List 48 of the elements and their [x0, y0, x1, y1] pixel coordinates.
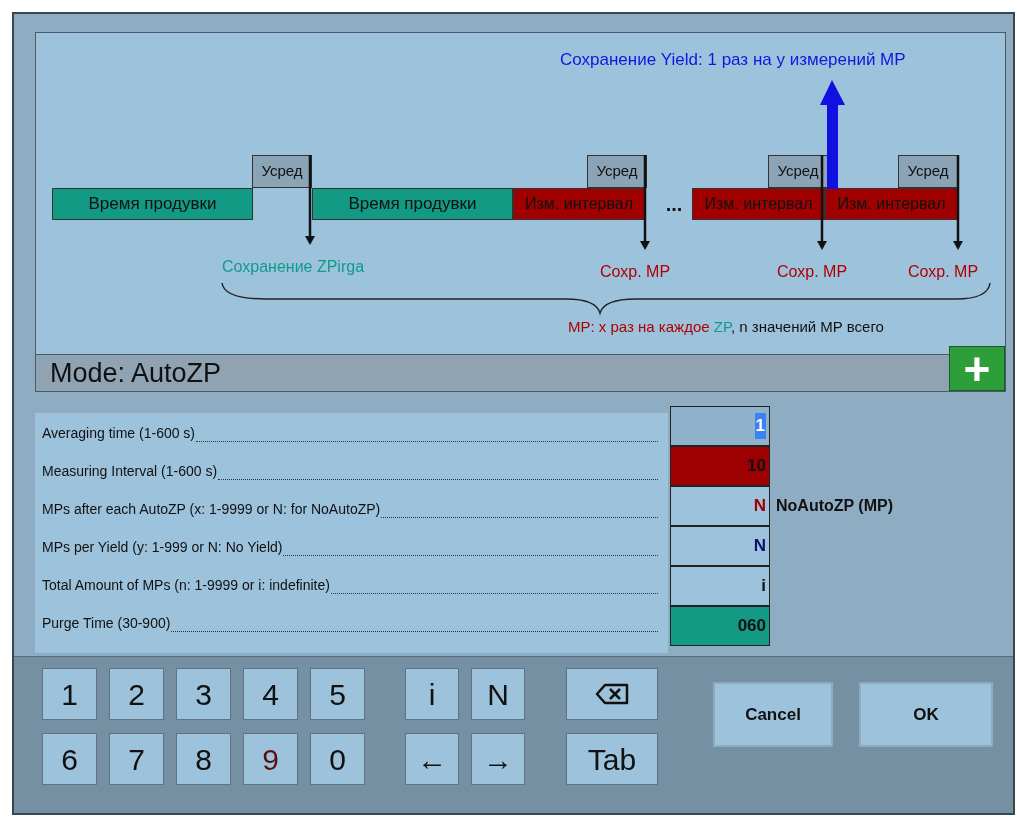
digit-key[interactable]: 2	[109, 668, 164, 720]
field-label: MPs after each AutoZP (x: 1-9999 or N: for NoAutoZP)	[42, 499, 381, 519]
digit-key[interactable]: 3	[176, 668, 231, 720]
zero-point-save-label: Сохранение ZPirga	[222, 257, 365, 277]
input-field[interactable]: i	[670, 566, 770, 606]
mode-note: NoAutoZP (MP)	[776, 496, 893, 516]
measure-interval-bar: Изм. интервал	[692, 188, 825, 220]
measure-interval-bar: Изм. интервал	[825, 188, 958, 220]
input-field[interactable]: 060	[670, 606, 770, 646]
purge-time-bar: Время продувки	[52, 188, 253, 220]
field-label: Total Amount of MPs (n: 1-9999 or i: indefinite)	[42, 575, 330, 595]
input-field[interactable]: N	[670, 526, 770, 566]
input-field[interactable]: N	[670, 486, 770, 526]
measure-interval-bar: Изм. интервал	[513, 188, 645, 220]
diagram-caption: MP: x раз на каждое ZP, n значений MP всего	[568, 317, 884, 337]
field-label: MPs per Yield (y: 1-999 or N: No Yield)	[42, 537, 283, 557]
digit-key[interactable]: 0	[310, 733, 365, 785]
keypad-key[interactable]: →	[471, 733, 525, 785]
averaging-box: Усред	[898, 155, 958, 188]
field-label: Averaging time (1-600 s)	[42, 423, 196, 443]
purge-time-bar: Время продувки	[312, 188, 513, 220]
averaging-box: Усред	[252, 155, 312, 188]
mp-save-label: Сохр. MP	[908, 262, 979, 282]
digit-key[interactable]: 9	[243, 733, 298, 785]
ok-button[interactable]: OK	[859, 682, 993, 747]
field-label: Measuring Interval (1-600 s)	[42, 461, 218, 481]
mode-label: Mode: AutoZP	[50, 356, 222, 390]
digit-key[interactable]: 1	[42, 668, 97, 720]
backspace-icon	[595, 683, 629, 705]
digit-key[interactable]: 8	[176, 733, 231, 785]
digit-key[interactable]: 5	[310, 668, 365, 720]
ellipsis-text: ...	[664, 192, 684, 217]
mp-save-label: Сохр. MP	[600, 262, 671, 282]
mp-save-label: Сохр. MP	[777, 262, 848, 282]
averaging-box: Усред	[587, 155, 647, 188]
keypad-key[interactable]: ←	[405, 733, 459, 785]
input-field[interactable]: 1	[670, 406, 770, 446]
digit-key[interactable]: 6	[42, 733, 97, 785]
backspace-key[interactable]	[566, 668, 658, 720]
cancel-button[interactable]: Cancel	[713, 682, 833, 747]
yield-note: Сохранение Yield: 1 раз на y измерений MP	[560, 49, 906, 71]
digit-key[interactable]: 4	[243, 668, 298, 720]
keypad-key[interactable]: N	[471, 668, 525, 720]
averaging-box: Усред	[768, 155, 828, 188]
field-label: Purge Time (30-900)	[42, 613, 171, 633]
keypad-key[interactable]: i	[405, 668, 459, 720]
digit-key[interactable]: 7	[109, 733, 164, 785]
tab-key[interactable]: Tab	[566, 733, 658, 785]
